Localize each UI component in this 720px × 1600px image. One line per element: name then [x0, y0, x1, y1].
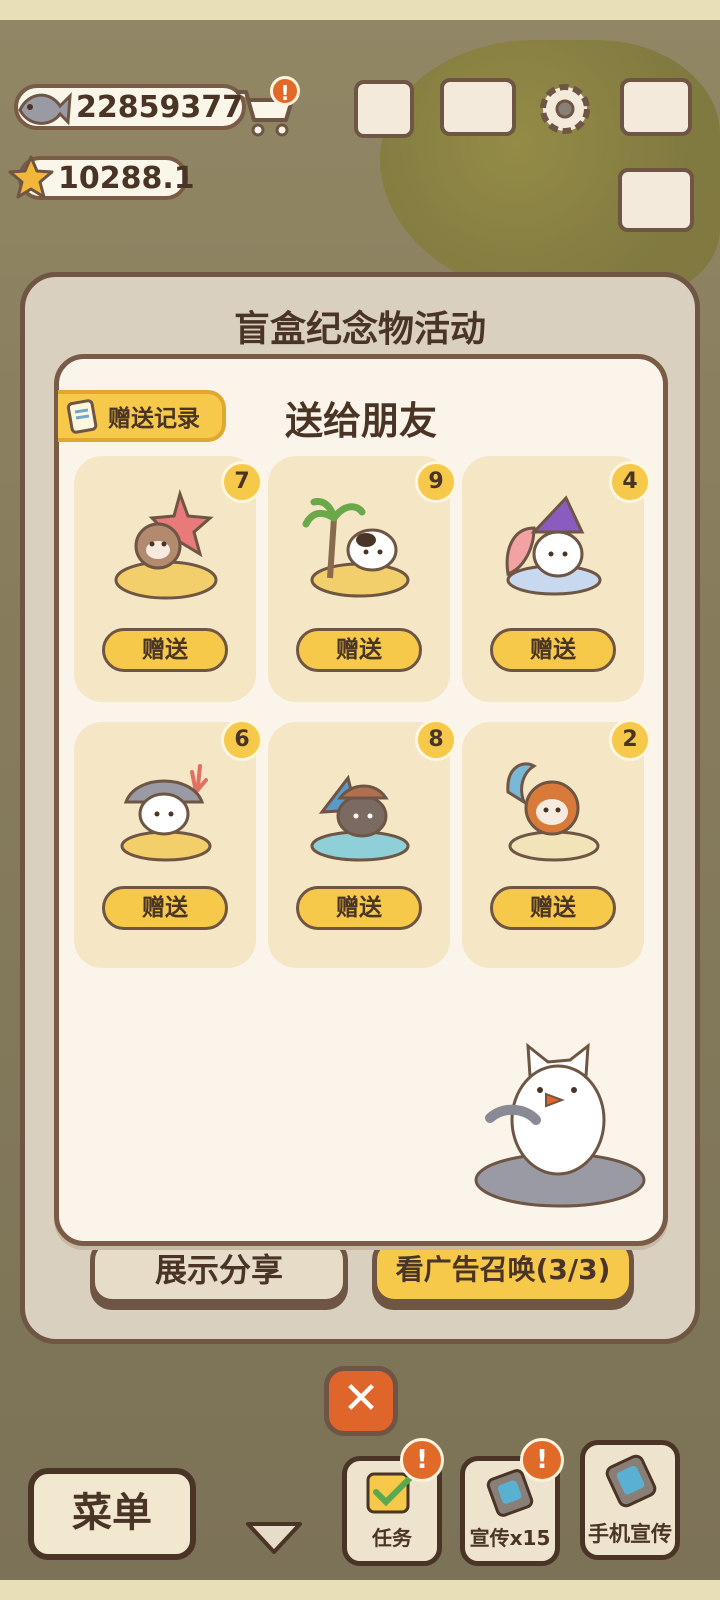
sort-toggle-icon[interactable]	[618, 168, 694, 232]
clipboard-icon	[66, 399, 98, 434]
album-book-icon[interactable]	[440, 78, 516, 136]
pirate-cat-souvenir-icon	[310, 774, 410, 862]
gift-button[interactable]: 赠送	[296, 886, 422, 930]
fish-icon	[18, 92, 72, 126]
item-count-badge: 6	[221, 719, 263, 761]
close-button[interactable]: ✕	[324, 1366, 398, 1436]
fish-amount: 22859377	[76, 89, 243, 125]
watch-ad-summon-button[interactable]: 看广告召唤(3/3)	[372, 1238, 634, 1304]
bottom-strip	[0, 1580, 720, 1600]
promo-label: 宣传x15	[469, 1526, 551, 1550]
menu-button[interactable]: 菜单	[28, 1468, 196, 1560]
palm-island-cat-souvenir-icon	[302, 498, 410, 598]
gift-button[interactable]: 赠送	[490, 628, 616, 672]
item-count-badge: 9	[415, 461, 457, 503]
crab-hood-cat-souvenir-icon	[506, 762, 600, 862]
chevron-down-icon[interactable]	[244, 1520, 304, 1556]
gift-record-label: 赠送记录	[108, 406, 200, 432]
cart-alert-badge: !	[270, 76, 300, 106]
item-count-badge: 4	[609, 461, 651, 503]
news-icon[interactable]	[354, 80, 414, 138]
task-label: 任务	[372, 1526, 412, 1550]
coral-seal-cat-souvenir-icon	[114, 489, 218, 600]
item-count-badge: 7	[221, 461, 263, 503]
phone-icon	[605, 1454, 657, 1508]
gift-button[interactable]: 赠送	[490, 886, 616, 930]
item-count-badge: 2	[609, 719, 651, 761]
gift-button[interactable]: 赠送	[102, 886, 228, 930]
gift-button[interactable]: 赠送	[102, 628, 228, 672]
share-button[interactable]: 展示分享	[90, 1238, 348, 1304]
event-title: 盲盒纪念物活动	[233, 309, 486, 350]
task-alert-badge: !	[400, 1438, 444, 1482]
star-icon	[8, 155, 54, 199]
shark-hood-cat-souvenir-icon	[120, 764, 212, 862]
top-strip	[0, 0, 720, 20]
gift-record-button[interactable]: 赠送记录	[58, 390, 226, 442]
item-count-badge: 8	[415, 719, 457, 761]
promo-alert-badge: !	[520, 1438, 564, 1482]
phone-promo-label: 手机宣传	[588, 1522, 672, 1546]
star-amount: 10288.1	[58, 160, 195, 196]
gear-icon[interactable]	[534, 78, 596, 140]
map-icon[interactable]	[620, 78, 692, 136]
gift-button[interactable]: 赠送	[296, 628, 422, 672]
wizard-shell-cat-souvenir-icon	[505, 495, 602, 596]
fish-pile-mascot-icon	[474, 1042, 646, 1208]
